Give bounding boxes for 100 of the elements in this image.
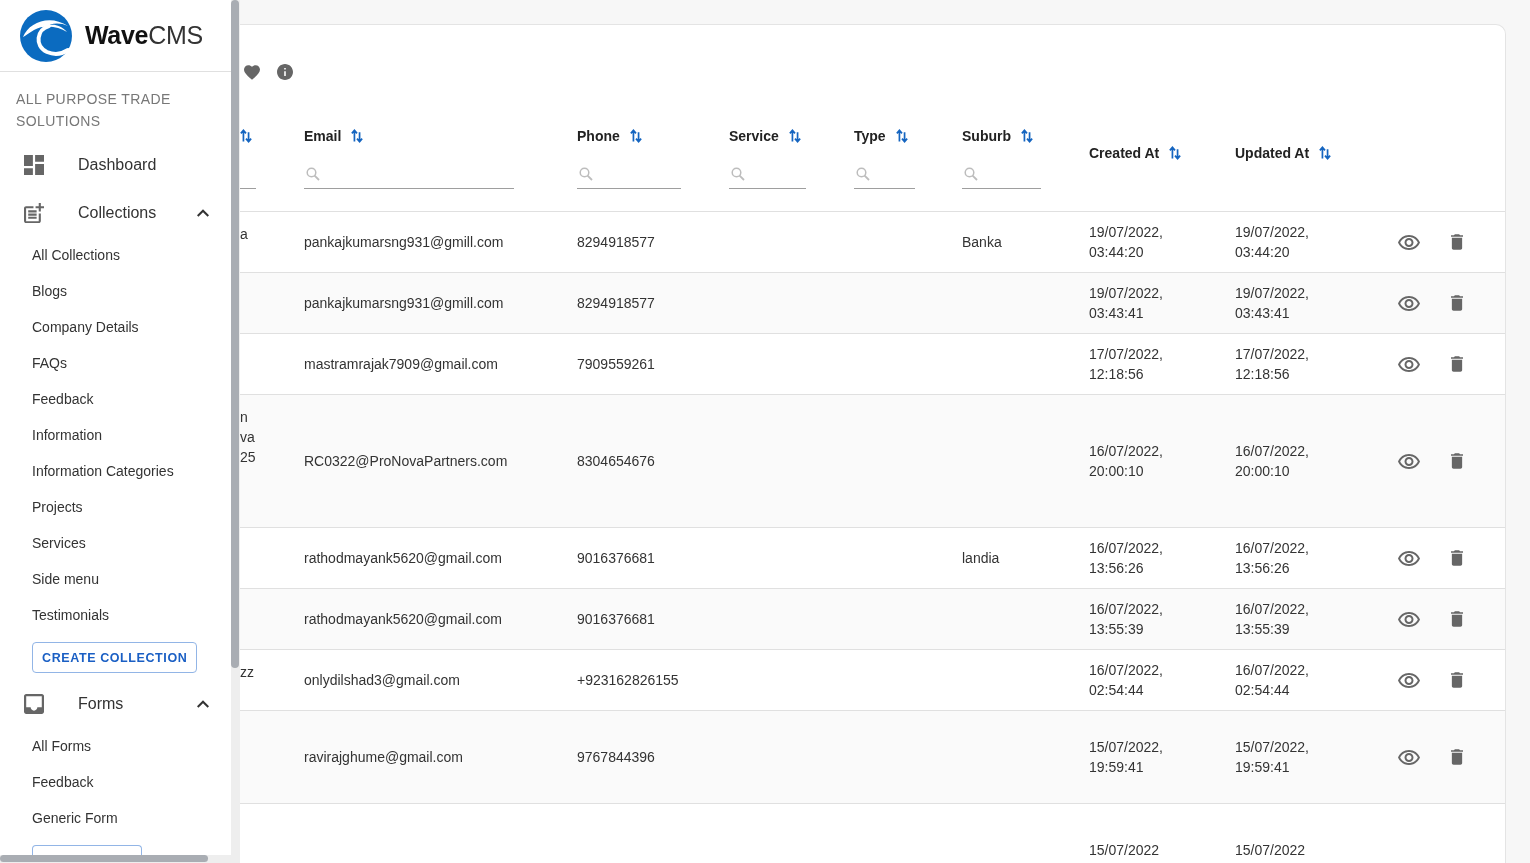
table-cell-text: landia <box>962 549 1000 568</box>
table-cell-text: 9016376681 <box>577 549 655 568</box>
sidebar-action-button[interactable]: CREATE COLLECTION <box>32 642 198 673</box>
table-cell-text: n va 25 <box>240 408 256 467</box>
wave-logo-icon <box>20 9 72 62</box>
chevron-icon[interactable] <box>197 700 209 708</box>
table-cell-text: 8304654676 <box>577 452 655 471</box>
nav-subitem[interactable]: Side menu <box>0 561 231 597</box>
nav-group-header[interactable]: Forms <box>0 680 231 728</box>
table-cell-text: zz <box>240 663 254 682</box>
sort-icon[interactable] <box>788 128 801 144</box>
search-icon <box>856 166 870 181</box>
table-cell-text: 9767844396 <box>577 748 655 767</box>
sort-icon[interactable] <box>240 128 252 144</box>
table-cell-text: 8294918577 <box>577 233 655 252</box>
table-cell-text: 15/07/2022, 19:59:41 <box>1235 738 1310 777</box>
table-cell-text: 15/07/2022, 19:59:41 <box>1089 738 1164 777</box>
table-cell-text: Banka <box>962 233 1002 252</box>
document-plus-icon <box>24 203 44 223</box>
trash-icon[interactable] <box>1451 453 1463 469</box>
heart-icon[interactable] <box>244 64 260 80</box>
table-cell-text: pankajkumarsng931@gmill.com <box>304 294 504 313</box>
trash-icon[interactable] <box>1451 611 1463 627</box>
table-cell-text: 15/07/2022 <box>1235 841 1306 860</box>
sort-icon[interactable] <box>1169 145 1182 161</box>
nav-subitem[interactable]: FAQs <box>0 345 231 381</box>
nav-subitem[interactable]: Generic Form <box>0 800 231 836</box>
column-header: Suburb <box>962 128 1011 144</box>
nav-subitem[interactable]: Feedback <box>0 381 231 417</box>
table-cell-text: ravirajghume@gmail.com <box>304 748 463 767</box>
table-cell-text: rathodmayank5620@gmail.com <box>304 549 502 568</box>
scrollbar-thumb[interactable] <box>0 855 208 862</box>
column-header: Created At <box>1089 145 1160 161</box>
table-cell-text: 15/07/2022 <box>1089 841 1160 860</box>
nav-subitem[interactable]: Projects <box>0 489 231 525</box>
eye-icon[interactable] <box>1397 234 1420 250</box>
table-cell-text: 16/07/2022, 13:55:39 <box>1089 600 1164 639</box>
table-cell-text: 17/07/2022, 12:18:56 <box>1235 345 1310 384</box>
brand-name: WaveCMS <box>85 21 203 50</box>
nav-subitem[interactable]: Company Details <box>0 309 231 345</box>
sort-icon[interactable] <box>1319 145 1332 161</box>
table-cell-text: 8294918577 <box>577 294 655 313</box>
table-cell-text: a <box>240 225 248 244</box>
nav-subitem[interactable]: Feedback <box>0 764 231 800</box>
info-icon[interactable] <box>277 64 293 80</box>
trash-icon[interactable] <box>1451 295 1463 311</box>
sort-icon[interactable] <box>351 128 364 144</box>
chevron-icon[interactable] <box>197 209 209 217</box>
nav-item[interactable]: Dashboard <box>0 141 231 189</box>
nav-subitem[interactable]: Testimonials <box>0 597 231 633</box>
trash-icon[interactable] <box>1451 749 1463 765</box>
table-cell-text: 16/07/2022, 13:55:39 <box>1235 600 1310 639</box>
sort-icon[interactable] <box>1021 128 1033 144</box>
sort-icon[interactable] <box>895 128 908 144</box>
table-cell-text: 17/07/2022, 12:18:56 <box>1089 345 1164 384</box>
trash-icon[interactable] <box>1451 234 1463 250</box>
table-cell-text: rathodmayank5620@gmail.com <box>304 610 502 629</box>
eye-icon[interactable] <box>1397 550 1420 566</box>
trash-icon[interactable] <box>1451 672 1463 688</box>
table-cell-text: RC0322@ProNovaPartners.com <box>304 452 508 471</box>
table-cell-text: 16/07/2022, 02:54:44 <box>1235 661 1310 700</box>
table-cell-text: 19/07/2022, 03:43:41 <box>1235 284 1310 323</box>
nav-subitem[interactable]: Information <box>0 417 231 453</box>
table-cell-text: 9016376681 <box>577 610 655 629</box>
eye-icon[interactable] <box>1397 295 1420 311</box>
table-cell-text: 16/07/2022, 02:54:44 <box>1089 661 1164 700</box>
search-icon <box>579 166 593 181</box>
trash-icon[interactable] <box>1451 550 1463 566</box>
nav-subitem[interactable]: Information Categories <box>0 453 231 489</box>
trash-icon[interactable] <box>1451 356 1463 372</box>
table-cell-text: 16/07/2022, 13:56:26 <box>1235 539 1310 578</box>
scrollbar-thumb[interactable] <box>231 0 239 668</box>
search-icon <box>964 166 978 181</box>
table-cell-text: 19/07/2022, 03:44:20 <box>1089 223 1164 262</box>
column-header: Email <box>304 128 342 144</box>
table-cell-text: +923162826155 <box>577 671 679 690</box>
eye-icon[interactable] <box>1397 356 1420 372</box>
eye-icon[interactable] <box>1397 672 1420 688</box>
eye-icon[interactable] <box>1397 749 1420 765</box>
tray-icon <box>24 694 44 714</box>
table-cell-text: 7909559261 <box>577 355 655 374</box>
nav-subitem[interactable]: Services <box>0 525 231 561</box>
table-cell-text: 16/07/2022, 13:56:26 <box>1089 539 1164 578</box>
table-cell-text: mastramrajak7909@gmail.com <box>304 355 498 374</box>
column-header: Updated At <box>1235 145 1310 161</box>
search-icon <box>731 166 745 181</box>
eye-icon[interactable] <box>1397 453 1420 469</box>
table-cell-text: 16/07/2022, 20:00:10 <box>1235 442 1310 481</box>
nav-group-header[interactable]: Collections <box>0 189 231 237</box>
company-name: ALL PURPOSE TRADE SOLUTIONS <box>15 90 172 131</box>
nav-subitem[interactable]: Blogs <box>0 273 231 309</box>
table-cell-text: onlydilshad3@gmail.com <box>304 671 460 690</box>
column-header: Type <box>854 128 886 144</box>
table-cell-text: 16/07/2022, 20:00:10 <box>1089 442 1164 481</box>
sort-icon[interactable] <box>629 128 642 144</box>
table-cell-text: 19/07/2022, 03:43:41 <box>1089 284 1164 323</box>
nav-subitem[interactable]: All Collections <box>0 237 231 273</box>
eye-icon[interactable] <box>1397 611 1420 627</box>
search-icon <box>306 166 320 181</box>
nav-subitem[interactable]: All Forms <box>0 728 231 764</box>
